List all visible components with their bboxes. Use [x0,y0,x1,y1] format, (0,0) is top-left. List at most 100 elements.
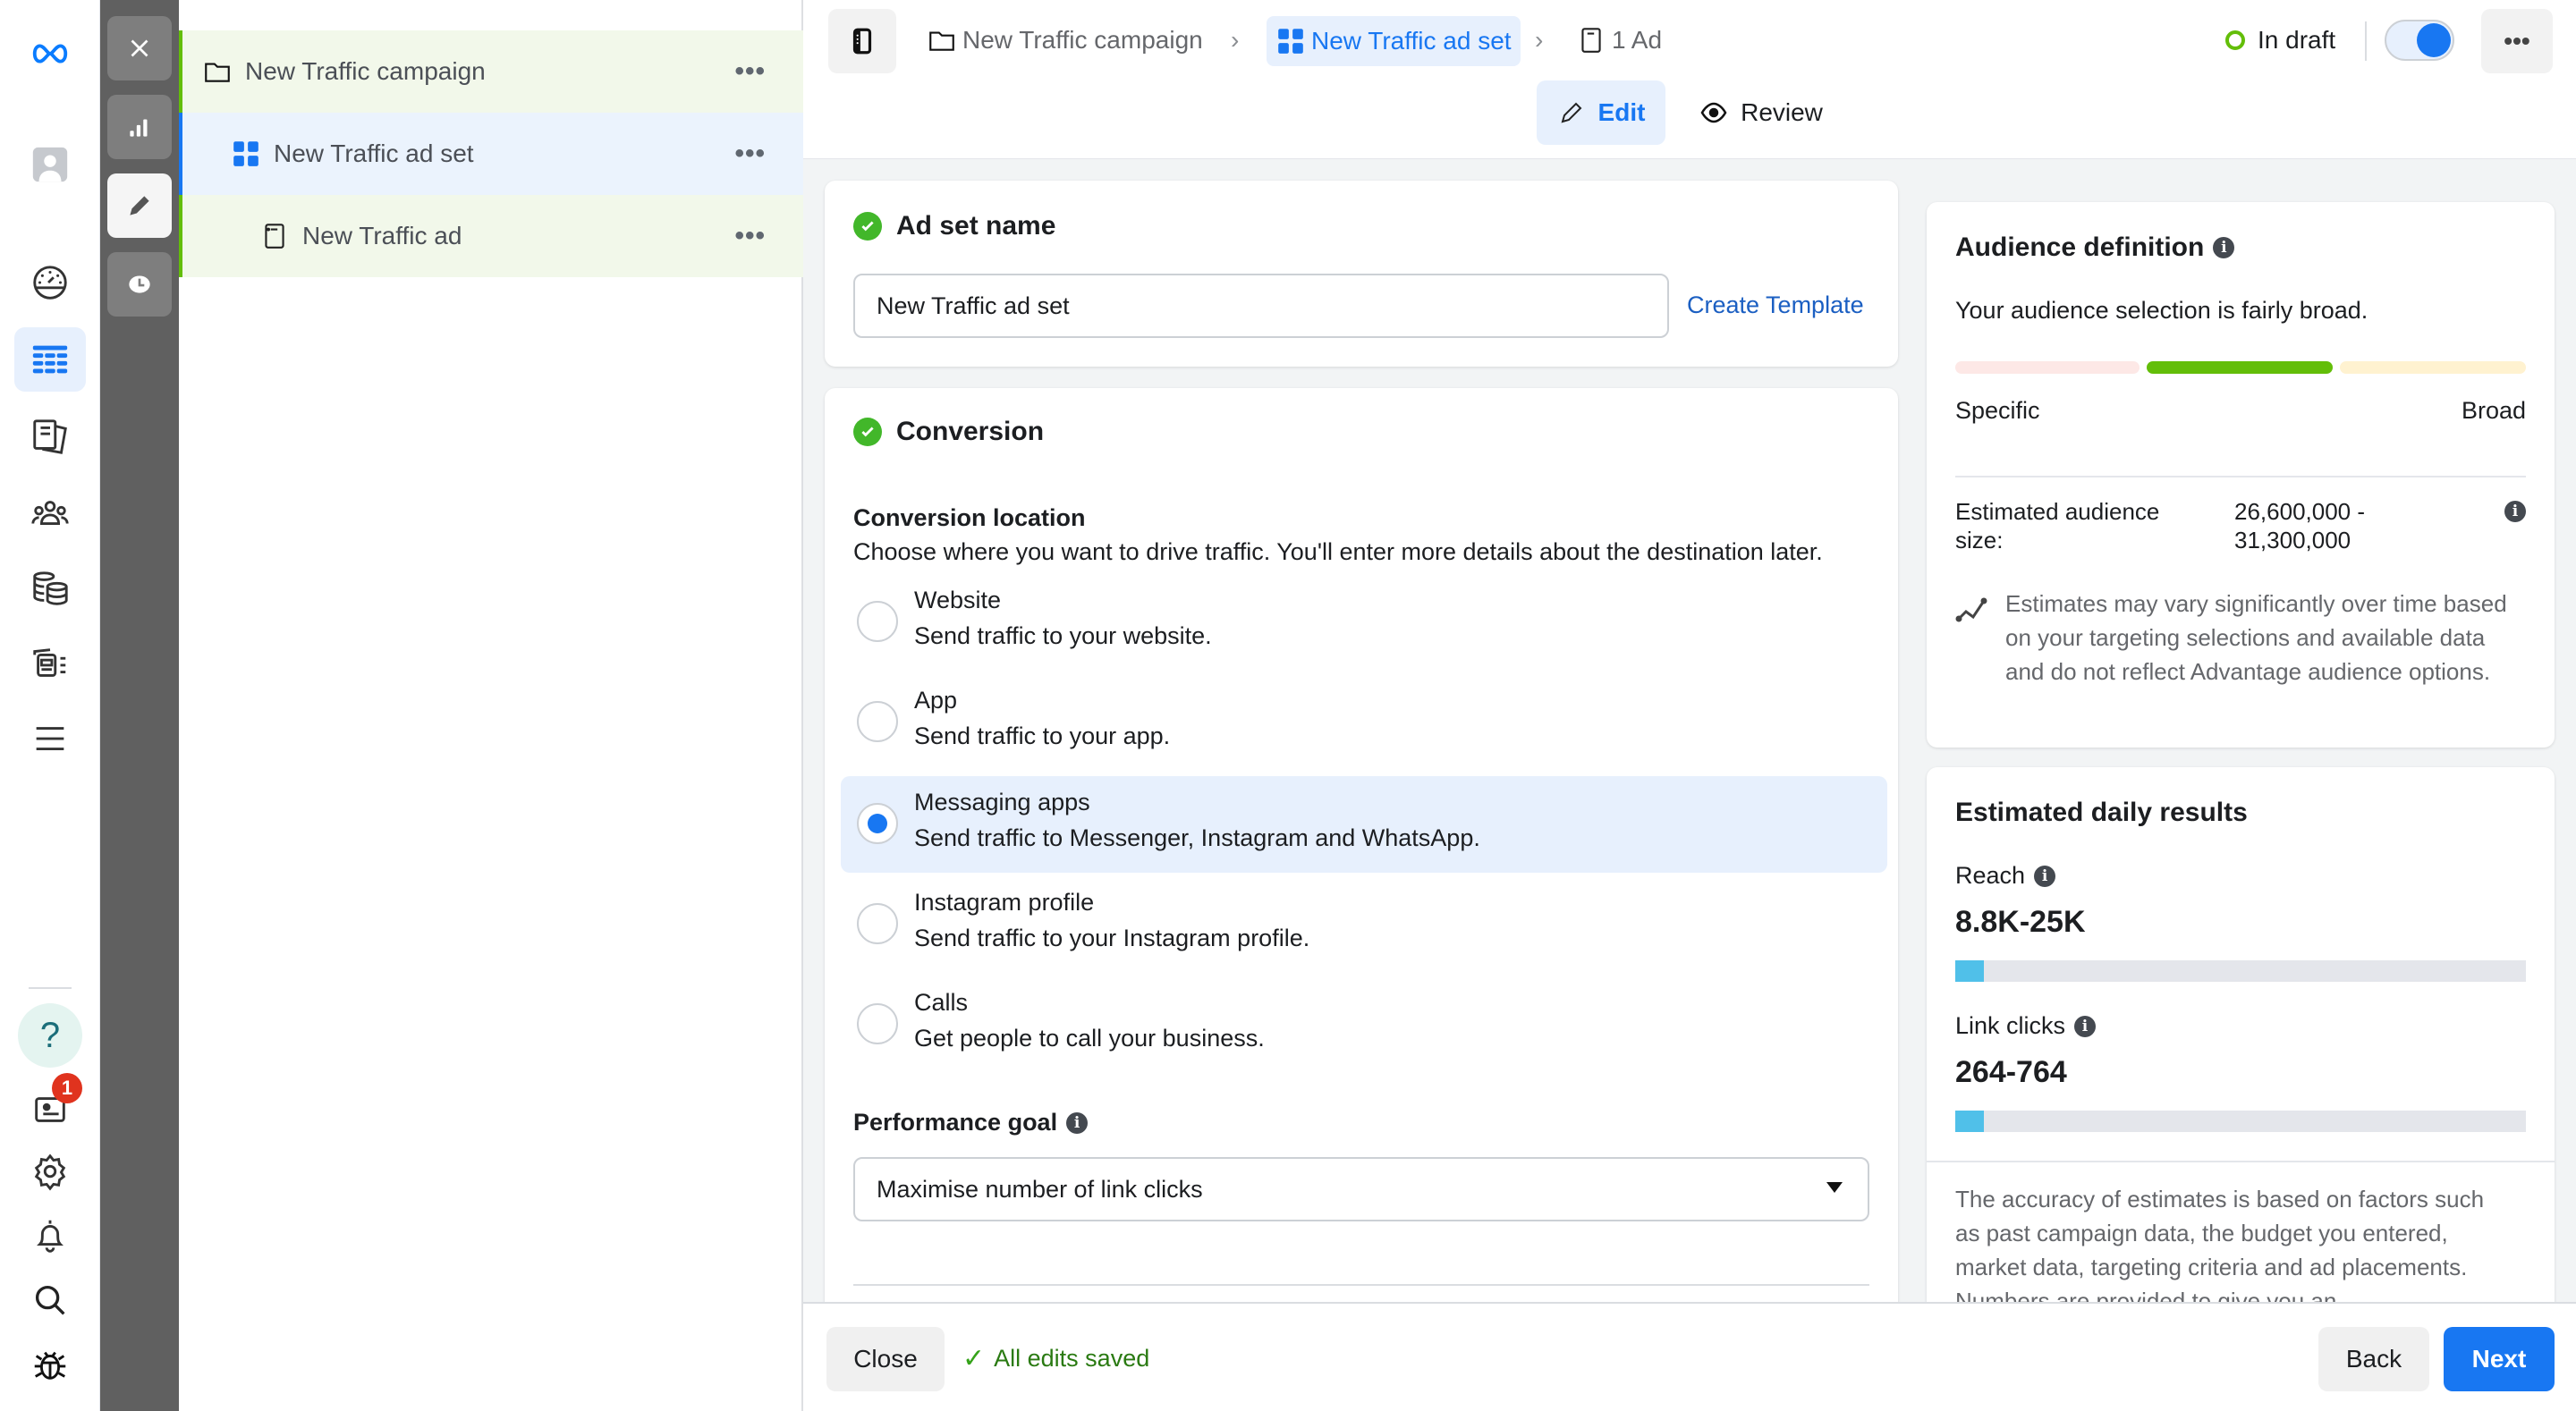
reporting-button[interactable] [107,95,172,159]
conversion-card: Conversion Conversion location Choose wh… [825,388,1898,1318]
tab-edit[interactable]: Edit [1537,80,1665,145]
label-text: Performance goal [853,1109,1058,1136]
radio-button[interactable] [857,701,898,742]
info-icon[interactable]: i [2074,1015,2097,1037]
newspaper-icon[interactable]: 1 [14,1073,86,1141]
option-description: Send traffic to your website. [914,622,1212,649]
divider [1927,1161,2555,1162]
grid-icon [233,141,258,166]
info-icon[interactable]: i [2504,501,2526,522]
top-bar: New Traffic campaign › New Traffic ad se… [803,0,2576,159]
breadcrumb-adset[interactable]: New Traffic ad set [1267,16,1521,66]
more-options-button[interactable]: ••• [2481,9,2553,73]
audience-estimate-note: Estimates may vary significantly over ti… [2005,590,2507,685]
card-title: Audience definition [1955,232,2205,262]
audience-definition-card: Audience definition i Your audience sele… [1927,202,2555,748]
audience-size-value: 26,600,000 - 31,300,000 [2234,497,2365,554]
grid-icon [1278,29,1303,54]
radio-button[interactable] [857,903,898,944]
breadcrumb-campaign[interactable]: New Traffic campaign [927,20,1203,61]
section-title: Conversion [896,417,1045,446]
option-app[interactable]: App Send traffic to your app. [841,674,1887,771]
breadcrumb-ads[interactable]: 1 Ad [1576,20,1662,61]
option-website[interactable]: Website Send traffic to your website. [841,574,1887,671]
tree-item-adset[interactable]: New Traffic ad set ••• [179,113,803,195]
more-options-button[interactable]: ••• [734,56,766,87]
tab-review[interactable]: Review [1685,80,1837,145]
accuracy-note: The accuracy of estimates is based on fa… [1955,1186,2485,1314]
bug-icon[interactable] [14,1332,86,1397]
close-panel-button[interactable] [107,16,172,80]
checkmark-icon: ✓ [962,1344,986,1373]
tree-item-campaign[interactable]: New Traffic campaign ••• [179,30,803,113]
status-label: In draft [2258,26,2336,54]
breadcrumb-label: New Traffic campaign [962,26,1203,54]
reach-bar [1955,960,2526,982]
check-circle-icon [853,212,882,241]
label-text: Link clicks [1955,1012,2066,1039]
profile-avatar-icon[interactable] [14,132,86,197]
next-button[interactable]: Next [2444,1327,2555,1391]
option-description: Send traffic to your Instagram profile. [914,925,1310,951]
radio-button[interactable] [857,601,898,642]
more-options-button[interactable]: ••• [734,139,766,169]
breadcrumb-label: 1 Ad [1612,26,1663,54]
table-grid-icon[interactable] [14,327,86,392]
meter-label-broad: Broad [2461,397,2526,424]
adset-name-card: Ad set name New Traffic ad set Create Te… [825,181,1898,367]
option-description: Send traffic to Messenger, Instagram and… [914,824,1480,851]
pencil-icon [130,196,149,215]
close-icon [131,39,148,57]
help-question-icon[interactable]: ? [18,1003,82,1068]
close-button[interactable]: Close [826,1327,945,1391]
history-button[interactable] [107,252,172,317]
back-button[interactable]: Back [2318,1327,2429,1391]
speedometer-icon[interactable] [14,250,86,315]
gear-icon[interactable] [14,1139,86,1204]
breadcrumb-label: New Traffic ad set [1311,27,1512,55]
section-title: Ad set name [896,211,1056,241]
editor-main: New Traffic campaign › New Traffic ad se… [803,0,2576,1411]
reach-label: Reach i [1955,862,2056,890]
create-template-link[interactable]: Create Template [1687,291,1864,319]
tab-label: Review [1741,98,1823,126]
more-options-button[interactable]: ••• [734,221,766,251]
select-value: Maximise number of link clicks [877,1175,1203,1203]
edit-tool-button[interactable] [107,173,172,238]
people-icon[interactable] [14,481,86,545]
info-icon[interactable]: i [2034,865,2056,887]
meta-logo-icon[interactable] [14,21,86,86]
status-toggle[interactable] [2385,20,2454,61]
search-icon[interactable] [14,1268,86,1332]
option-calls[interactable]: Calls Get people to call your business. [841,976,1887,1073]
tree-item-label: New Traffic ad set [274,139,474,167]
option-messaging-apps[interactable]: Messaging apps Send traffic to Messenger… [841,776,1887,873]
option-instagram-profile[interactable]: Instagram profile Send traffic to your I… [841,876,1887,973]
radio-button[interactable] [857,1003,898,1044]
ad-icon [265,224,284,249]
adset-name-input[interactable]: New Traffic ad set [853,274,1669,338]
divider [2365,21,2367,61]
trend-line-icon [1955,597,1987,622]
bell-icon[interactable] [14,1204,86,1268]
conversion-location-help: Choose where you want to drive traffic. … [853,538,1823,565]
hamburger-menu-icon[interactable] [14,706,86,771]
option-title: Website [914,587,1002,613]
card-header: Audience definition i [1955,232,2235,263]
info-icon[interactable]: i [2213,237,2235,258]
campaign-tree-panel: New Traffic campaign ••• New Traffic ad … [179,0,803,1411]
option-description: Get people to call your business. [914,1025,1265,1052]
media-list-icon[interactable] [14,631,86,696]
meter-segment-specific [1955,361,2140,374]
radio-button-selected[interactable] [857,803,898,844]
card-title: Estimated daily results [1955,798,2248,827]
eye-icon [1700,102,1727,123]
coins-icon[interactable] [14,556,86,621]
toggle-sidebar-button[interactable] [828,9,896,73]
documents-icon[interactable] [14,404,86,469]
info-icon[interactable]: i [1066,1111,1089,1134]
performance-goal-select[interactable]: Maximise number of link clicks [853,1157,1869,1221]
link-clicks-bar-fill [1955,1111,1984,1132]
link-clicks-label: Link clicks i [1955,1012,2097,1040]
tree-item-ad[interactable]: New Traffic ad ••• [179,195,803,277]
